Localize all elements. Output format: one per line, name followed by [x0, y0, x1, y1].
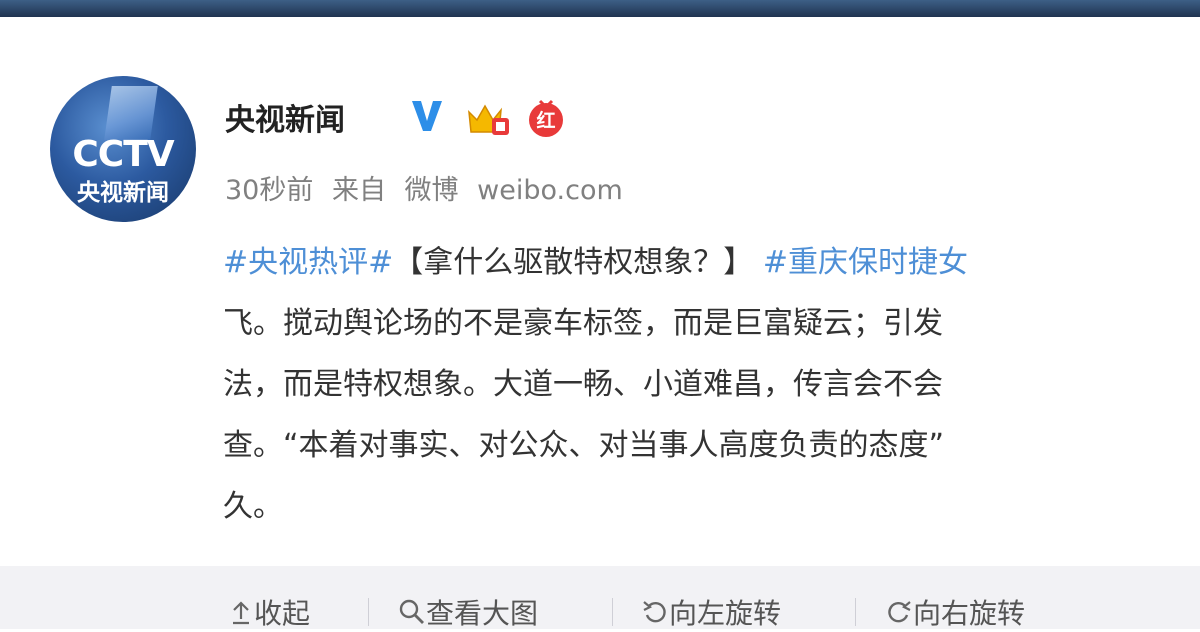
- rotate-left-label: 向左旋转: [669, 597, 782, 630]
- toolbar-divider: [612, 598, 613, 626]
- rotate-right-label: 向右旋转: [913, 597, 1026, 630]
- post-meta: 30秒前 来自 微博 weibo.com: [225, 168, 633, 207]
- hong-badge-icon: 红: [529, 99, 563, 137]
- rotate-right-icon: [888, 601, 911, 623]
- magnifier-icon: [399, 599, 424, 624]
- crown-badge-icon: [468, 104, 509, 135]
- collapse-button[interactable]: 收起: [228, 592, 310, 632]
- hong-badge-text: 红: [536, 109, 555, 132]
- post-time[interactable]: 30秒前: [225, 175, 313, 206]
- browser-top-strip: [0, 0, 1200, 17]
- rotate-left-button[interactable]: 向左旋转: [641, 592, 781, 632]
- author-name[interactable]: 央视新闻: [225, 95, 345, 139]
- content-line: #央视热评#【拿什么驱散特权想象？】 #重庆保时捷女: [223, 232, 1200, 293]
- post-content: #央视热评#【拿什么驱散特权想象？】 #重庆保时捷女 飞。搅动舆论场的不是豪车标…: [223, 232, 1200, 537]
- rotate-left-icon: [643, 601, 666, 623]
- hashtag-link[interactable]: #央视热评#: [223, 245, 393, 280]
- rotate-right-button[interactable]: 向右旋转: [885, 592, 1025, 632]
- content-line: 久。: [223, 489, 283, 524]
- avatar-logo-text: CCTV: [72, 134, 174, 175]
- view-large-label: 查看大图: [426, 597, 539, 630]
- collapse-label: 收起: [254, 597, 311, 630]
- toolbar-divider: [368, 598, 369, 626]
- source-app[interactable]: 微博: [405, 175, 459, 206]
- content-line: 飞。搅动舆论场的不是豪车标签，而是巨富疑云；引发: [223, 306, 943, 341]
- hashtag-link[interactable]: #重庆保时捷女: [763, 245, 968, 280]
- content-line: 查。“本着对事实、对公众、对当事人高度负责的态度”: [223, 428, 945, 463]
- toolbar-divider: [855, 598, 856, 626]
- avatar-logo-cn: 央视新闻: [77, 180, 169, 206]
- content-line: 法，而是特权想象。大道一畅、小道难昌，传言会不会: [223, 367, 943, 402]
- view-large-button[interactable]: 查看大图: [398, 592, 538, 632]
- source-url[interactable]: weibo.com: [477, 175, 623, 206]
- collapse-arrow-icon: [233, 601, 249, 625]
- post-headline: 【拿什么驱散特权想象？】: [393, 245, 763, 280]
- avatar-building-graphic: [104, 86, 158, 140]
- verified-v-icon: [412, 101, 442, 131]
- author-avatar[interactable]: CCTV 央视新闻: [50, 76, 196, 222]
- source-prefix: 来自: [331, 175, 386, 206]
